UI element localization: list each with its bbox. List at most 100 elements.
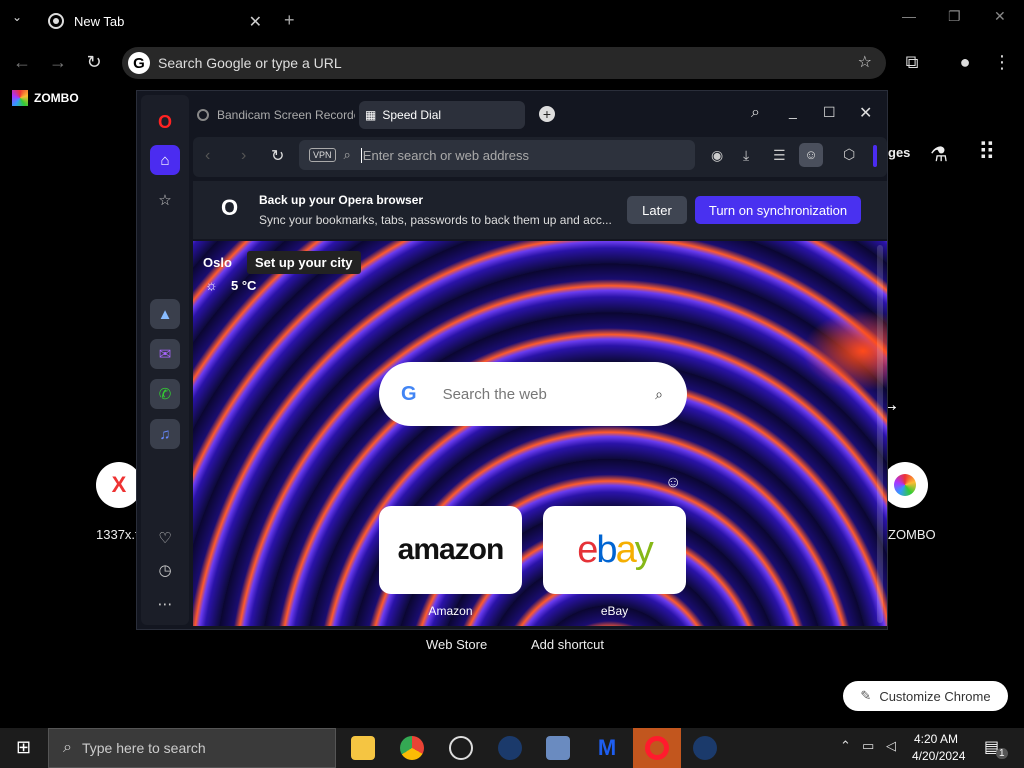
opera-tab-speed-dial[interactable]: ▦ Speed Dial bbox=[359, 101, 525, 129]
chrome-icon[interactable] bbox=[400, 736, 424, 760]
later-button[interactable]: Later bbox=[627, 196, 687, 224]
pinboard-icon[interactable]: ☆ bbox=[150, 185, 180, 215]
omnibox[interactable]: G Search Google or type a URL ☆ bbox=[122, 47, 886, 79]
apps-grid-icon[interactable]: ⠿ bbox=[978, 138, 996, 167]
heart-icon[interactable]: ♡ bbox=[150, 523, 180, 553]
opera-o-icon: O bbox=[221, 195, 239, 220]
shortcut-label-1337x: 1337x.t bbox=[96, 527, 139, 542]
sun-icon: ☼ bbox=[205, 277, 218, 293]
opera-sidebar: O ⌂ ☆ ▲ ✉ ✆ ♫ ♡ ◷ ⋯ bbox=[141, 95, 189, 625]
close-icon[interactable]: ✕ bbox=[249, 12, 262, 32]
new-tab-icon[interactable]: + bbox=[284, 10, 295, 31]
banner-text: Sync your bookmarks, tabs, passwords to … bbox=[259, 213, 612, 227]
minimize-icon[interactable]: — bbox=[902, 8, 916, 24]
volume-muted-icon[interactable]: ◁ bbox=[886, 738, 896, 754]
opera-tab-bandicam[interactable]: Bandicam Screen Recorde bbox=[197, 101, 355, 129]
obs-icon[interactable] bbox=[449, 736, 473, 760]
bookmark-zombo[interactable]: ZOMBO bbox=[12, 90, 79, 106]
taskbar-search-placeholder: Type here to search bbox=[81, 740, 206, 756]
profile-icon[interactable]: ☺ bbox=[799, 143, 823, 167]
zombo-icon bbox=[12, 90, 28, 106]
shortcut-label-zombo: ZOMBO bbox=[888, 527, 936, 542]
shortcut-zombo-icon[interactable] bbox=[882, 462, 928, 508]
search-icon[interactable]: ⌕ bbox=[655, 386, 663, 403]
forward-icon[interactable]: › bbox=[241, 147, 246, 165]
speed-dial-page: Oslo Set up your city ☼ 5 °C G Search th… bbox=[193, 241, 887, 626]
web-search-box[interactable]: G Search the web ⌕ bbox=[379, 362, 687, 426]
profile-icon[interactable]: ● bbox=[953, 52, 977, 73]
windows-start-icon[interactable]: ⊞ bbox=[16, 737, 31, 758]
steam-icon[interactable] bbox=[498, 736, 522, 760]
steam-icon-2[interactable] bbox=[693, 736, 717, 760]
web-store-link[interactable]: Web Store bbox=[426, 637, 487, 652]
reload-icon[interactable]: ↻ bbox=[82, 52, 106, 73]
app-icon[interactable] bbox=[546, 736, 570, 760]
address-placeholder: Enter search or web address bbox=[360, 147, 529, 163]
back-icon[interactable]: ‹ bbox=[205, 147, 210, 165]
camera-icon[interactable]: ◉ bbox=[711, 147, 723, 164]
opera-icon bbox=[645, 736, 669, 760]
customize-chrome-button[interactable]: ✎ Customize Chrome bbox=[843, 681, 1008, 711]
search-tabs-icon[interactable]: ⌕ bbox=[751, 104, 760, 122]
clock-date[interactable]: 4/20/2024 bbox=[912, 749, 965, 763]
omnibox-placeholder: Search Google or type a URL bbox=[158, 55, 342, 71]
taskbar-search[interactable]: ⌕ Type here to search bbox=[48, 728, 336, 768]
speed-dial-ebay[interactable]: ebay bbox=[543, 506, 686, 594]
aria-icon[interactable]: ▲ bbox=[150, 299, 180, 329]
weather-city[interactable]: Oslo bbox=[203, 255, 232, 270]
notification-count: 1 bbox=[996, 748, 1008, 759]
network-icon[interactable]: ▭ bbox=[862, 738, 874, 754]
easy-setup-icon[interactable]: ☰ bbox=[773, 147, 786, 164]
star-icon[interactable]: ☆ bbox=[858, 52, 872, 72]
speed-dial-amazon[interactable]: amazon bbox=[379, 506, 522, 594]
more-icon[interactable]: ⋯ bbox=[150, 589, 180, 619]
windows-taskbar: ⊞ ⌕ Type here to search M ⌃ ▭ ◁ 4:20 AM … bbox=[0, 728, 1024, 768]
address-bar[interactable]: VPN ⌕ Enter search or web address bbox=[299, 140, 695, 170]
file-explorer-icon[interactable] bbox=[351, 736, 375, 760]
opera-tab-bar: Bandicam Screen Recorde ▦ Speed Dial + ⌕… bbox=[193, 99, 883, 129]
smiley-icon[interactable]: ☺ bbox=[665, 474, 681, 492]
turn-on-sync-button[interactable]: Turn on synchronization bbox=[695, 196, 861, 224]
tab-search-chevron-icon[interactable]: ⌄ bbox=[12, 10, 22, 24]
opera-taskbar-active[interactable] bbox=[633, 728, 681, 768]
clock-time[interactable]: 4:20 AM bbox=[914, 732, 958, 746]
tab-label: Speed Dial bbox=[382, 108, 442, 122]
partial-link-text[interactable]: ges bbox=[888, 145, 910, 160]
whatsapp-icon[interactable]: ✆ bbox=[150, 379, 180, 409]
minimize-icon[interactable]: _ bbox=[789, 103, 797, 119]
tray-chevron-icon[interactable]: ⌃ bbox=[840, 738, 851, 754]
malwarebytes-icon[interactable]: M bbox=[595, 736, 619, 760]
close-window-icon[interactable]: ✕ bbox=[994, 8, 1006, 25]
music-player-icon[interactable]: ♫ bbox=[150, 419, 180, 449]
forward-icon[interactable]: → bbox=[46, 52, 70, 73]
scrollbar[interactable] bbox=[877, 245, 883, 623]
search-icon: ⌕ bbox=[63, 739, 72, 756]
history-icon[interactable]: ◷ bbox=[150, 555, 180, 585]
add-shortcut-link[interactable]: Add shortcut bbox=[531, 637, 604, 652]
customize-label: Customize Chrome bbox=[879, 688, 991, 704]
home-icon[interactable]: ⌂ bbox=[150, 145, 180, 175]
extensions-icon[interactable]: ⧉ bbox=[900, 52, 924, 73]
setup-city-tooltip: Set up your city bbox=[247, 251, 361, 274]
vpn-badge[interactable]: VPN bbox=[309, 148, 336, 162]
reload-icon[interactable]: ↻ bbox=[271, 146, 284, 166]
opera-logo-icon[interactable]: O bbox=[150, 107, 180, 137]
restore-icon[interactable]: ❐ bbox=[948, 8, 961, 25]
ebay-logo-icon: ebay bbox=[577, 528, 653, 571]
maximize-icon[interactable]: ☐ bbox=[823, 104, 836, 121]
back-icon[interactable]: ← bbox=[10, 52, 34, 73]
messenger-icon[interactable]: ✉ bbox=[150, 339, 180, 369]
google-icon: G bbox=[128, 52, 150, 74]
download-icon[interactable]: ⤓ bbox=[743, 147, 749, 164]
labs-icon[interactable]: ⚗ bbox=[930, 142, 948, 167]
google-icon: G bbox=[401, 382, 417, 405]
chrome-tab-new-tab[interactable]: New Tab ✕ bbox=[38, 6, 270, 36]
opera-toolbar: ‹ › ↻ VPN ⌕ Enter search or web address … bbox=[193, 137, 887, 177]
menu-icon[interactable]: ⋮ bbox=[990, 52, 1014, 73]
extensions-cube-icon[interactable]: ⬡ bbox=[843, 146, 855, 163]
search-icon: ⌕ bbox=[343, 147, 351, 162]
new-tab-icon[interactable]: + bbox=[539, 106, 555, 122]
close-icon[interactable]: ✕ bbox=[859, 103, 872, 123]
speed-dial-icon: ▦ bbox=[365, 108, 377, 122]
search-placeholder: Search the web bbox=[442, 385, 547, 403]
